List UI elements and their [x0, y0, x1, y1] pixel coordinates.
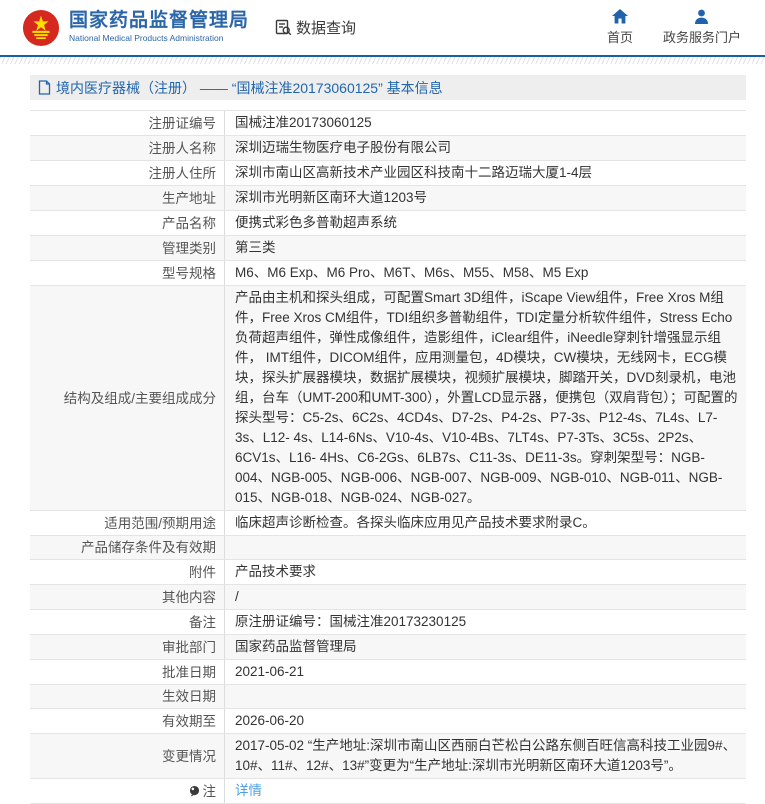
row-value: /	[235, 589, 239, 604]
table-row: 产品名称 便携式彩色多普勒超声系统	[30, 211, 746, 236]
table-row: 变更情况 2017-05-02 “生产地址:深圳市南山区西丽白芒松白公路东侧百旺信…	[30, 734, 746, 779]
table-row: 附件 产品技术要求	[30, 560, 746, 585]
row-label-text: 批准日期	[162, 664, 216, 680]
row-label: 备注	[30, 610, 225, 634]
row-value: 2017-05-02 “生产地址:深圳市南山区西丽白芒松白公路东侧百旺信高科技工…	[235, 738, 737, 773]
national-emblem-icon	[22, 9, 60, 46]
row-label: 其他内容	[30, 585, 225, 609]
agency-title-block: 国家药品监督管理局 National Medical Products Admi…	[69, 10, 250, 44]
table-row: 管理类别 第三类	[30, 236, 746, 261]
row-label: 审批部门	[30, 635, 225, 659]
row-value: 深圳市南山区高新技术产业园区科技南十二路迈瑞大厦1-4层	[235, 165, 593, 180]
row-label-text: 审批部门	[162, 639, 216, 655]
row-label-text: 产品名称	[162, 215, 216, 231]
header: 国家药品监督管理局 National Medical Products Admi…	[0, 0, 765, 57]
row-label-text: 型号规格	[162, 265, 216, 281]
breadcrumb-text: 境内医疗器械（注册） —— “国械注准20173060125” 基本信息	[56, 79, 443, 96]
row-value	[225, 546, 746, 550]
table-row: 注 详情	[30, 779, 746, 804]
row-label-text: 结构及组成/主要组成成分	[63, 390, 216, 406]
row-label-text: 管理类别	[162, 240, 216, 256]
table-row: 批准日期 2021-06-21	[30, 660, 746, 685]
table-row: 注册证编号 国械注准20173060125	[30, 111, 746, 136]
table-row: 生产地址 深圳市光明新区南环大道1203号	[30, 186, 746, 211]
agency-title: 国家药品监督管理局	[69, 10, 250, 32]
row-value: 国械注准20173060125	[235, 115, 372, 130]
row-value: 详情	[225, 779, 746, 803]
table-row: 适用范围/预期用途 临床超声诊断检查。各探头临床应用见产品技术要求附录C。	[30, 511, 746, 536]
row-label: 适用范围/预期用途	[30, 511, 225, 535]
row-label-text: 有效期至	[162, 713, 216, 729]
row-value: 便携式彩色多普勒超声系统	[235, 215, 397, 230]
nav-gov-portal[interactable]: 政务服务门户	[663, 9, 741, 46]
document-icon	[38, 80, 51, 95]
row-label: 附件	[30, 560, 225, 584]
row-label-text: 注册人住所	[148, 165, 217, 181]
table-row: 备注 原注册证编号：国械注准20173230125	[30, 610, 746, 635]
table-row: 注册人名称 深圳迈瑞生物医疗电子股份有限公司	[30, 136, 746, 161]
row-label: 生效日期	[30, 685, 225, 708]
row-label: 批准日期	[30, 660, 225, 684]
row-label-text: 适用范围/预期用途	[104, 515, 216, 531]
nav-home[interactable]: 首页	[607, 9, 633, 46]
table-row: 其他内容 /	[30, 585, 746, 610]
detail-link[interactable]: 详情	[235, 783, 262, 798]
nav-gov-portal-label: 政务服务门户	[662, 30, 741, 45]
row-label: 产品储存条件及有效期	[30, 536, 225, 559]
row-value: 深圳迈瑞生物医疗电子股份有限公司	[235, 140, 451, 155]
row-label-text: 变更情况	[162, 748, 216, 764]
row-label-text: 注	[202, 783, 217, 799]
row-value: 产品技术要求	[235, 564, 316, 579]
row-label-text: 产品储存条件及有效期	[81, 540, 216, 555]
home-icon	[611, 9, 628, 24]
doc-search-icon	[275, 19, 292, 36]
row-value: 2021-06-21	[235, 664, 305, 679]
row-label-text: 备注	[189, 614, 216, 630]
hatched-divider	[0, 57, 765, 64]
row-label: 结构及组成/主要组成成分	[30, 286, 225, 510]
table-row: 有效期至 2026-06-20	[30, 709, 746, 734]
row-label: 产品名称	[30, 211, 225, 235]
note-icon	[189, 785, 200, 797]
row-value: 深圳市光明新区南环大道1203号	[235, 190, 428, 205]
info-table: 注册证编号 国械注准20173060125 注册人名称 深圳迈瑞生物医疗电子股份有限公…	[30, 110, 746, 804]
row-label: 有效期至	[30, 709, 225, 733]
breadcrumb: 境内医疗器械（注册） —— “国械注准20173060125” 基本信息	[30, 75, 746, 100]
data-query-label: 数据查询	[296, 20, 357, 37]
agency-subtitle: National Medical Products Administration	[69, 33, 224, 44]
row-value: 产品由主机和探头组成，可配置Smart 3D组件，iScape View组件，F…	[235, 290, 738, 505]
user-icon	[695, 9, 709, 24]
row-label-text: 生产地址	[162, 190, 216, 206]
table-row: 注册人住所 深圳市南山区高新技术产业园区科技南十二路迈瑞大厦1-4层	[30, 161, 746, 186]
row-value: M6、M6 Exp、M6 Pro、M6T、M6s、M55、M58、M5 Exp	[235, 265, 589, 280]
row-label: 注册人住所	[30, 161, 225, 185]
row-value: 第三类	[235, 240, 276, 255]
row-value: 2026-06-20	[235, 713, 305, 728]
main-content: 境内医疗器械（注册） —— “国械注准20173060125” 基本信息 注册证…	[30, 75, 746, 804]
row-label: 生产地址	[30, 186, 225, 210]
row-label: 注册人名称	[30, 136, 225, 160]
row-label: 注	[30, 779, 225, 803]
row-label-text: 注册人名称	[148, 140, 217, 156]
row-label-text: 附件	[189, 564, 216, 580]
data-query-button[interactable]: 数据查询	[275, 17, 356, 38]
nav-home-label: 首页	[606, 30, 633, 45]
row-value: 国家药品监督管理局	[235, 639, 357, 654]
row-label: 管理类别	[30, 236, 225, 260]
header-nav: 首页 政务服务门户	[607, 9, 747, 46]
row-label-text: 注册证编号	[148, 115, 217, 131]
table-row: 审批部门 国家药品监督管理局	[30, 635, 746, 660]
table-row: 结构及组成/主要组成成分 产品由主机和探头组成，可配置Smart 3D组件，iSc…	[30, 286, 746, 511]
row-label: 型号规格	[30, 261, 225, 285]
table-row: 产品储存条件及有效期	[30, 536, 746, 560]
row-label-text: 生效日期	[162, 689, 216, 704]
row-label: 注册证编号	[30, 111, 225, 135]
table-row: 生效日期	[30, 685, 746, 709]
table-row: 型号规格 M6、M6 Exp、M6 Pro、M6T、M6s、M55、M58、M5 …	[30, 261, 746, 286]
row-value	[225, 695, 746, 699]
row-value: 临床超声诊断检查。各探头临床应用见产品技术要求附录C。	[235, 515, 596, 530]
row-label-text: 其他内容	[162, 589, 216, 605]
row-label: 变更情况	[30, 734, 225, 778]
row-value: 原注册证编号：国械注准20173230125	[235, 614, 467, 629]
